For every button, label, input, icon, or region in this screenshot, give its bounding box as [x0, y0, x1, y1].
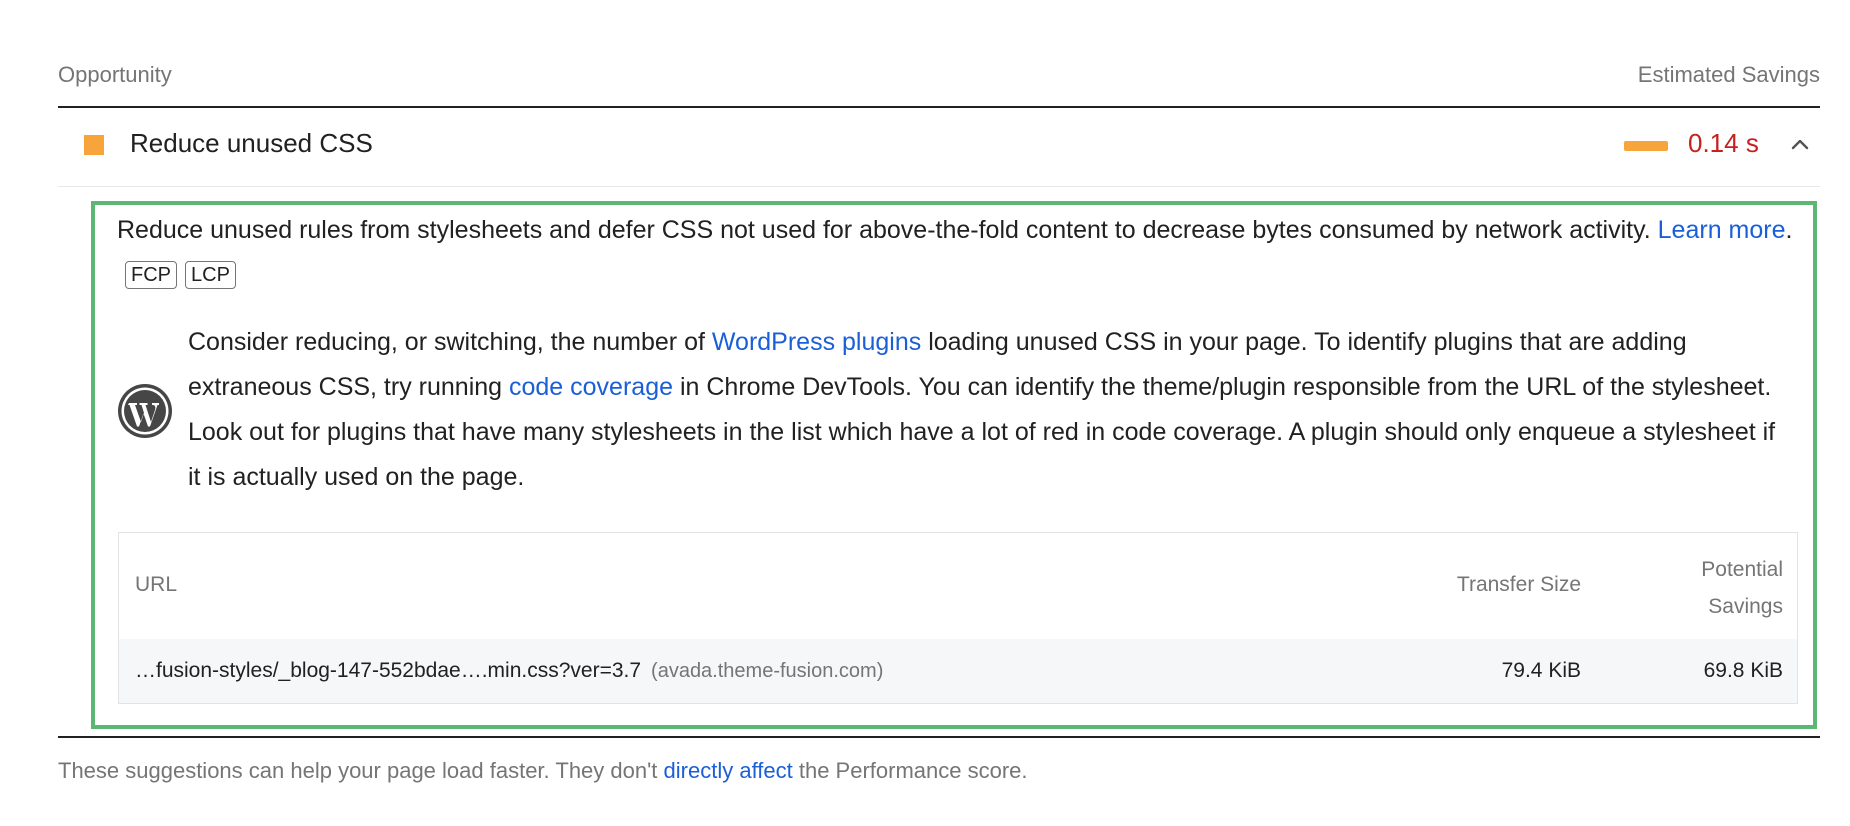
description-text: Reduce unused rules from stylesheets and…: [117, 216, 1658, 244]
url-host: (avada.theme-fusion.com): [651, 660, 884, 682]
learn-more-link[interactable]: Learn more: [1658, 216, 1786, 244]
savings-bar: [1624, 141, 1668, 151]
code-coverage-link[interactable]: code coverage: [509, 373, 673, 401]
savings-value: 0.14 s: [1688, 128, 1759, 158]
footer-divider: [58, 736, 1820, 738]
column-header-url: URL: [135, 573, 178, 596]
wordpress-plugins-link[interactable]: WordPress plugins: [712, 328, 921, 356]
estimated-savings-column-header: Estimated Savings: [1637, 62, 1820, 87]
column-header-transfer-size: Transfer Size: [1456, 573, 1581, 596]
details-table: URL Transfer Size Potential Savings …fus…: [118, 532, 1798, 704]
potential-savings-header-line1: Potential: [1701, 558, 1783, 581]
table-row[interactable]: …fusion-styles/_blog-147-552bdae….min.cs…: [119, 639, 1797, 703]
wordpress-tip-text: Consider reducing, or switching, the num…: [188, 320, 1788, 500]
wordpress-icon: [118, 384, 172, 438]
footer-part1: These suggestions can help your page loa…: [58, 758, 664, 783]
row-divider: [58, 186, 1820, 187]
chevron-up-icon[interactable]: [1786, 130, 1814, 158]
audit-row-unused-css[interactable]: Reduce unused CSS 0.14 s: [58, 108, 1820, 186]
column-header-potential-savings: Potential Savings: [1701, 551, 1783, 625]
wp-tip-part1: Consider reducing, or switching, the num…: [188, 328, 712, 356]
directly-affect-link[interactable]: directly affect: [664, 758, 793, 783]
row-url[interactable]: …fusion-styles/_blog-147-552bdae….min.cs…: [135, 659, 883, 683]
row-potential-savings: 69.8 KiB: [1703, 659, 1783, 682]
metric-chip-lcp: LCP: [185, 261, 236, 289]
potential-savings-header-line2: Savings: [1708, 595, 1783, 618]
row-transfer-size: 79.4 KiB: [1501, 659, 1581, 682]
footer-note: These suggestions can help your page loa…: [58, 758, 1028, 784]
audit-description: Reduce unused rules from stylesheets and…: [117, 208, 1797, 298]
opportunity-status-icon: [84, 135, 104, 155]
url-text: …fusion-styles/_blog-147-552bdae….min.cs…: [135, 659, 642, 682]
description-period: .: [1785, 216, 1793, 244]
footer-part2: the Performance score.: [792, 758, 1028, 783]
audit-title: Reduce unused CSS: [130, 128, 373, 158]
opportunity-column-header: Opportunity: [58, 62, 172, 87]
metric-chip-fcp: FCP: [125, 261, 177, 289]
